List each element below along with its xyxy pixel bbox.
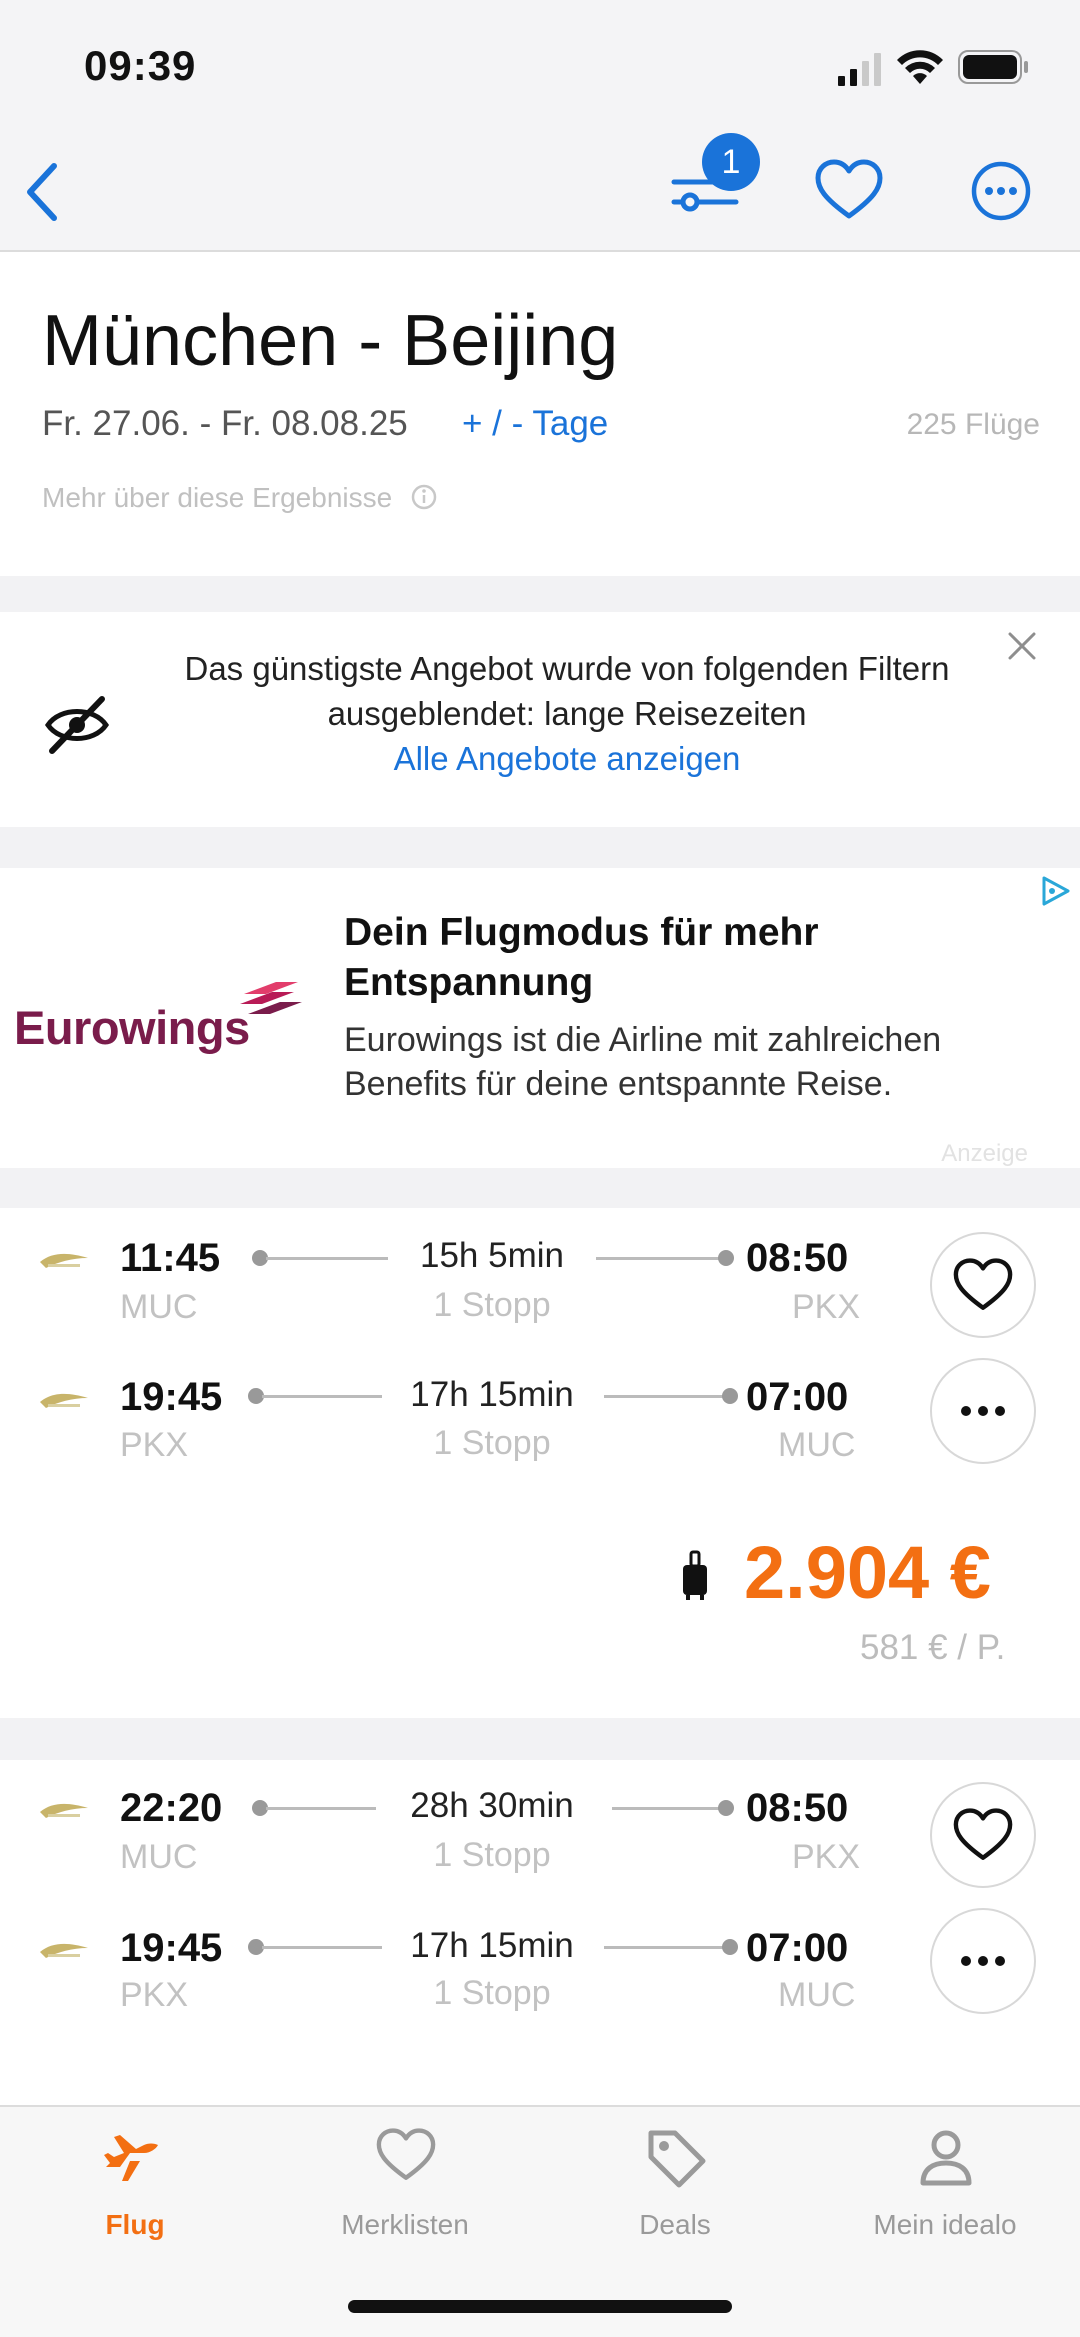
flight-count: 225 Flüge [906,408,1040,441]
plane-icon [104,2135,158,2181]
tab-label: Merklisten [341,2209,469,2240]
airline-logo-icon [40,1803,88,1818]
route-line [604,1395,728,1398]
route-line [596,1257,728,1260]
arrival-airport: PKX [792,1288,861,1326]
tab-label: Mein idealo [873,2209,1017,2240]
tab-label: Flug [105,2209,165,2240]
tab-label: Deals [639,2209,711,2240]
more-dots-icon [961,1956,1005,1966]
date-range: Fr. 27.06. - Fr. 08.08.25 [42,404,408,443]
airline-logo-icon [40,1253,88,1268]
departure-airport: MUC [120,1288,198,1326]
route-line [612,1807,728,1810]
airline-logo-icon [40,1943,88,1958]
navigation-bar [0,130,1080,252]
route-line [266,1807,376,1810]
stops-count: 1 Stopp [433,1286,551,1324]
eurowings-wing-logo-icon [240,982,302,1014]
flight-duration: 15h 5min [420,1236,564,1275]
arrival-time: 08:50 [746,1786,849,1830]
tab-deals[interactable]: Deals [540,2105,810,2255]
flight-duration: 17h 15min [410,1926,574,1965]
app-screen: 09:39 1 München - Beijing Fr. 27.06. - F… [0,0,1080,2337]
adchoices-icon[interactable] [1038,874,1072,908]
arrival-time: 07:00 [746,1926,849,1970]
flight-duration: 28h 30min [410,1786,574,1825]
departure-airport: PKX [120,1426,189,1464]
total-price: 2.904 € [744,1531,991,1614]
more-options-icon[interactable] [970,160,1032,222]
status-time: 09:39 [84,42,197,89]
arrival-time: 07:00 [746,1375,849,1419]
notice-message: Das günstigste Angebot wurde von folgend… [184,650,950,732]
battery-icon [958,50,1028,84]
hand-luggage-icon [683,1550,707,1600]
price-per-person: 581 € / P. [860,1628,1006,1667]
arrival-airport: MUC [778,1426,856,1464]
page-title: München - Beijing [42,301,619,381]
route-end-dot [718,1250,734,1266]
route-end-dot [722,1939,738,1955]
tag-icon [648,2130,706,2188]
wifi-icon [897,50,943,84]
ad-description: Eurowings ist die Airline mit zahlreiche… [344,1021,942,1103]
stops-count: 1 Stopp [433,1836,551,1874]
flight-duration: 17h 15min [410,1375,574,1414]
departure-time: 19:45 [120,1926,223,1970]
arrival-airport: MUC [778,1976,856,2014]
person-icon [920,2130,972,2186]
flight-options-button[interactable] [930,1908,1036,2014]
arrival-time: 08:50 [746,1236,849,1280]
more-results-label: Mehr über diese Ergebnisse [42,482,393,513]
save-flight-button[interactable] [930,1782,1036,1888]
flight-options-button[interactable] [930,1358,1036,1464]
tab-flug[interactable]: Flug [0,2105,270,2255]
home-indicator [348,2300,732,2313]
close-icon[interactable] [1006,630,1038,662]
departure-airport: PKX [120,1976,189,2014]
airline-logo-icon [40,1393,88,1408]
departure-airport: MUC [120,1838,198,1876]
info-icon [411,484,437,510]
filter-count-badge: 1 [702,133,760,191]
save-flight-button[interactable] [930,1232,1036,1338]
tab-merklisten[interactable]: Merklisten [270,2105,540,2255]
ad-label: Anzeige [941,1140,1028,1167]
tab-mein-idealo[interactable]: Mein idealo [810,2105,1080,2255]
signal-icon [838,53,881,86]
more-dots-icon [961,1406,1005,1416]
hidden-eye-icon [44,696,110,754]
route-line [604,1946,728,1949]
route-end-dot [722,1388,738,1404]
departure-time: 22:20 [120,1786,223,1830]
stops-count: 1 Stopp [433,1424,551,1462]
stops-count: 1 Stopp [433,1974,551,2012]
eurowings-logo: Eurowings [14,1001,250,1054]
heart-icon[interactable] [814,158,884,222]
departure-time: 11:45 [120,1236,221,1280]
back-chevron-icon[interactable] [22,162,62,222]
flexible-days-link[interactable]: + / - Tage [462,404,608,444]
arrival-airport: PKX [792,1838,861,1876]
heart-icon [376,2128,436,2180]
heart-icon [953,1808,1013,1860]
route-end-dot [718,1800,734,1816]
show-all-offers-link[interactable]: Alle Angebote anzeigen [140,740,994,778]
ad-title: Dein Flugmodus für mehr Entspannung [344,911,819,1004]
departure-time: 19:45 [120,1375,223,1419]
more-about-results-link[interactable]: Mehr über diese Ergebnisse [42,482,438,514]
heart-icon [953,1258,1013,1310]
